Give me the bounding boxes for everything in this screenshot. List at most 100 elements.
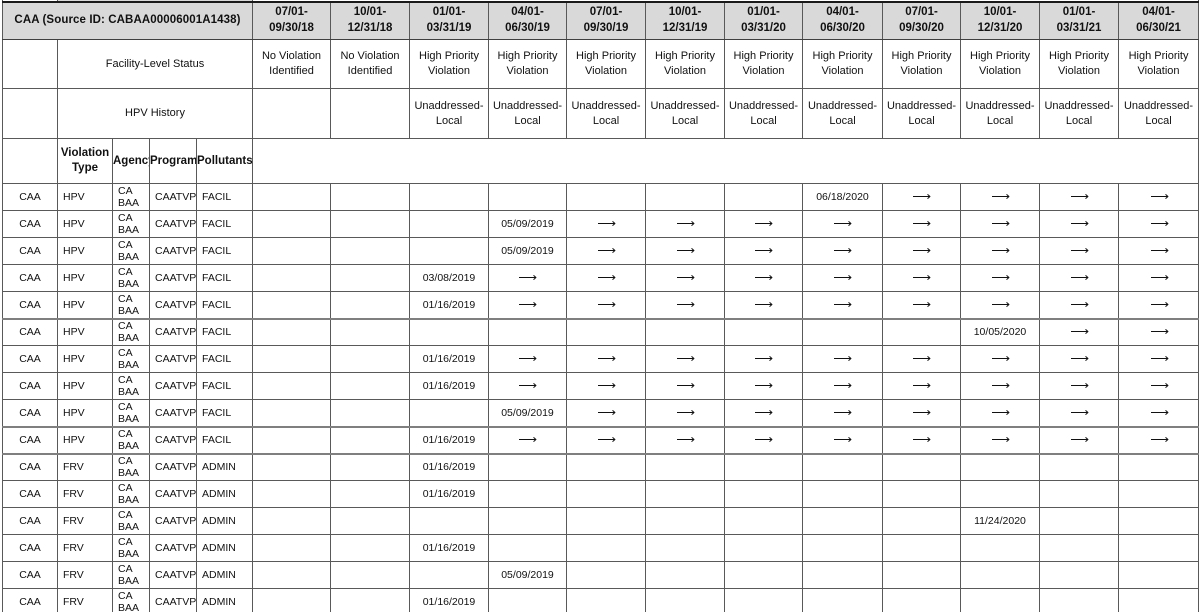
- continuation-arrow-icon: ⟶: [882, 291, 961, 320]
- period-header-11: 01/01- 03/31/21: [1039, 0, 1119, 40]
- period-header-10: 10/01- 12/31/20: [960, 0, 1040, 40]
- empty-cell: [409, 237, 489, 265]
- column-header-agency: Agency: [112, 138, 150, 184]
- period-header-8: 04/01- 06/30/20: [802, 0, 883, 40]
- empty-cell: [488, 453, 567, 481]
- cell-agency: CA BAA: [112, 372, 150, 400]
- cell-pollutants: FACIL: [196, 345, 253, 373]
- status-badge-6: High Priority Violation: [645, 39, 725, 89]
- column-header-pollutants: Pollutants: [196, 138, 253, 184]
- hpv-history-status-2: [330, 88, 410, 139]
- table-row[interactable]: CAA HPV CA BAA CAATVP FACIL 01/16/2019 ⟶ ⟶ ⟶ ⟶ ⟶ ⟶ ⟶…: [2, 345, 1200, 373]
- table-row[interactable]: CAA HPV CA BAA CAATVP FACIL 10/05/2020 ⟶ ⟶: [2, 318, 1200, 346]
- empty-cell: [645, 453, 725, 481]
- continuation-arrow-icon: ⟶: [1039, 345, 1119, 373]
- period-header-9: 07/01- 09/30/20: [882, 0, 961, 40]
- empty-cell: [330, 399, 410, 428]
- period-header-1: 07/01- 09/30/18: [252, 0, 331, 40]
- empty-cell: [802, 453, 883, 481]
- cell-pollutants: ADMIN: [196, 507, 253, 535]
- continuation-arrow-icon: ⟶: [1117, 399, 1200, 428]
- status-badge-7: High Priority Violation: [724, 39, 803, 89]
- hpv-history-status-7: Unaddressed- Local: [724, 88, 803, 139]
- continuation-arrow-icon: ⟶: [1039, 264, 1119, 292]
- empty-cell: [330, 561, 410, 589]
- empty-cell: [330, 318, 410, 346]
- continuation-arrow-icon: ⟶: [645, 291, 725, 320]
- empty-cell: [1117, 561, 1200, 589]
- empty-cell: [330, 480, 410, 508]
- continuation-arrow-icon: ⟶: [1117, 426, 1200, 455]
- table-row[interactable]: CAA HPV CA BAA CAATVP FACIL 06/18/2020 ⟶ ⟶ ⟶ ⟶: [2, 183, 1200, 211]
- cell-agency: CA BAA: [112, 318, 150, 346]
- continuation-arrow-icon: ⟶: [960, 210, 1040, 238]
- empty-cell: [488, 318, 567, 346]
- continuation-arrow-icon: ⟶: [960, 291, 1040, 320]
- status-badge-8: High Priority Violation: [802, 39, 883, 89]
- cell-agency: CA BAA: [112, 183, 150, 211]
- empty-cell: [330, 534, 410, 562]
- cell-programs: CAATVP: [149, 480, 197, 508]
- empty-cell: [882, 453, 961, 481]
- empty-cell: [802, 561, 883, 589]
- table-row[interactable]: CAA FRV CA BAA CAATVP ADMIN 01/16/2019: [2, 480, 1200, 508]
- empty-cell: [645, 183, 725, 211]
- empty-cell: [882, 480, 961, 508]
- status-badge-4: High Priority Violation: [488, 39, 567, 89]
- table-row[interactable]: CAA FRV CA BAA CAATVP ADMIN 01/16/2019: [2, 588, 1200, 612]
- continuation-arrow-icon: ⟶: [882, 426, 961, 455]
- cell-programs: CAATVP: [149, 399, 197, 428]
- hpv-history-status-4: Unaddressed- Local: [488, 88, 567, 139]
- empty-cell: [645, 507, 725, 535]
- cell-agency: CA BAA: [112, 210, 150, 238]
- cell-pollutants: ADMIN: [196, 453, 253, 481]
- table-row[interactable]: CAA HPV CA BAA CAATVP FACIL 01/16/2019 ⟶ ⟶ ⟶ ⟶ ⟶ ⟶ ⟶…: [2, 372, 1200, 400]
- cell-violation-type: FRV: [57, 534, 113, 562]
- continuation-arrow-icon: ⟶: [882, 183, 961, 211]
- cell-statute: CAA: [2, 507, 58, 535]
- cell-programs: CAATVP: [149, 507, 197, 535]
- continuation-arrow-icon: ⟶: [1117, 237, 1200, 265]
- continuation-arrow-icon: ⟶: [1117, 183, 1200, 211]
- cell-statute: CAA: [2, 588, 58, 612]
- empty-cell: [566, 534, 646, 562]
- continuation-arrow-icon: ⟶: [645, 210, 725, 238]
- facility-compliance-grid: CAA (Source ID: CABAA00006001A1438) 07/01…: [2, 0, 1200, 612]
- empty-cell: [724, 183, 803, 211]
- cell-programs: CAATVP: [149, 534, 197, 562]
- table-row[interactable]: CAA FRV CA BAA CAATVP ADMIN 01/16/2019: [2, 534, 1200, 562]
- empty-cell: [724, 318, 803, 346]
- hpv-history-status-10: Unaddressed- Local: [960, 88, 1040, 139]
- continuation-arrow-icon: ⟶: [1117, 264, 1200, 292]
- empty-cell: [724, 480, 803, 508]
- empty-cell: [1039, 507, 1119, 535]
- continuation-arrow-icon: ⟶: [1039, 210, 1119, 238]
- column-header-violation-type: Violation Type: [57, 138, 113, 184]
- table-row[interactable]: CAA FRV CA BAA CAATVP ADMIN 01/16/2019: [2, 453, 1200, 481]
- hpv-history-label: HPV History: [57, 88, 253, 139]
- table-row[interactable]: CAA HPV CA BAA CAATVP FACIL 01/16/2019 ⟶ ⟶ ⟶ ⟶ ⟶ ⟶ ⟶…: [2, 291, 1200, 320]
- table-row[interactable]: CAA HPV CA BAA CAATVP FACIL 01/16/2019 ⟶ ⟶ ⟶ ⟶ ⟶ ⟶ ⟶…: [2, 426, 1200, 455]
- table-row[interactable]: CAA HPV CA BAA CAATVP FACIL 05/09/2019 ⟶ ⟶ ⟶ ⟶ ⟶ ⟶ ⟶…: [2, 237, 1200, 265]
- empty-cell: [252, 183, 331, 211]
- empty-cell: [802, 480, 883, 508]
- table-row[interactable]: CAA FRV CA BAA CAATVP ADMIN 05/09/2019: [2, 561, 1200, 589]
- empty-cell: [1117, 453, 1200, 481]
- table-row[interactable]: CAA HPV CA BAA CAATVP FACIL 03/08/2019 ⟶ ⟶ ⟶ ⟶ ⟶ ⟶ ⟶…: [2, 264, 1200, 292]
- table-row[interactable]: CAA HPV CA BAA CAATVP FACIL 05/09/2019 ⟶ ⟶ ⟶ ⟶ ⟶ ⟶ ⟶…: [2, 399, 1200, 428]
- continuation-arrow-icon: ⟶: [1039, 399, 1119, 428]
- empty-cell: [802, 534, 883, 562]
- cell-agency: CA BAA: [112, 237, 150, 265]
- cell-agency: CA BAA: [112, 264, 150, 292]
- table-row[interactable]: CAA FRV CA BAA CAATVP ADMIN 11/24/2020: [2, 507, 1200, 535]
- continuation-arrow-icon: ⟶: [1039, 426, 1119, 455]
- cell-programs: CAATVP: [149, 561, 197, 589]
- column-header-row: ViolationTypeAgencyProgramsPollutants: [2, 138, 1200, 184]
- empty-cell: [330, 372, 410, 400]
- empty-cell: [252, 264, 331, 292]
- violation-date: 01/16/2019: [409, 345, 489, 373]
- empty-cell: [960, 534, 1040, 562]
- continuation-arrow-icon: ⟶: [1117, 210, 1200, 238]
- table-row[interactable]: CAA HPV CA BAA CAATVP FACIL 05/09/2019 ⟶ ⟶ ⟶ ⟶ ⟶ ⟶ ⟶…: [2, 210, 1200, 238]
- cell-agency: CA BAA: [112, 426, 150, 455]
